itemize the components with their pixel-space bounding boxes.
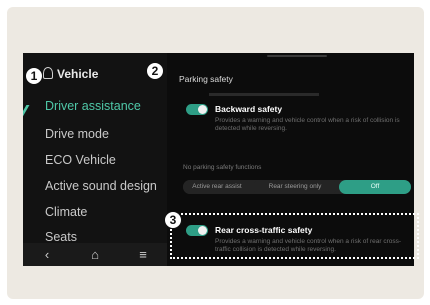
sidebar: Vehicle Driver assistance Drive mode ECO… bbox=[23, 53, 167, 266]
callout-3: 3 bbox=[164, 211, 182, 229]
scroll-handle bbox=[267, 55, 327, 57]
vehicle-icon bbox=[43, 67, 53, 79]
bottom-nav: ‹ ⌂ ≡ bbox=[23, 243, 167, 266]
no-parking-label: No parking safety functions bbox=[183, 164, 262, 171]
sidebar-item-climate[interactable]: Climate bbox=[45, 205, 87, 219]
segment-rear-steering-only[interactable]: Rear steering only bbox=[253, 180, 337, 194]
backward-safety-desc: Provides a warning and vehicle control w… bbox=[215, 117, 400, 132]
sidebar-item-drive-mode[interactable]: Drive mode bbox=[45, 127, 109, 141]
sidebar-item-active-sound-design[interactable]: Active sound design bbox=[45, 179, 157, 193]
segment-active-rear-assist[interactable]: Active rear assist bbox=[183, 180, 251, 194]
sidebar-item-driver-assistance[interactable]: Driver assistance bbox=[45, 99, 141, 113]
panel-title: Parking safety bbox=[179, 74, 233, 84]
backward-safety-title: Backward safety bbox=[215, 104, 283, 114]
manual-photo: Vehicle Driver assistance Drive mode ECO… bbox=[7, 7, 424, 299]
active-indicator bbox=[23, 105, 30, 117]
segment-off[interactable]: Off bbox=[339, 180, 411, 194]
menu-icon[interactable]: ≡ bbox=[128, 247, 158, 262]
faded-row bbox=[209, 93, 319, 96]
sidebar-item-seats[interactable]: Seats bbox=[45, 230, 77, 244]
back-icon[interactable]: ‹ bbox=[32, 247, 62, 262]
sidebar-header: Vehicle bbox=[57, 67, 99, 81]
backward-safety-toggle[interactable] bbox=[186, 104, 208, 115]
callout-2: 2 bbox=[146, 62, 164, 80]
home-icon[interactable]: ⌂ bbox=[80, 247, 110, 262]
callout-1: 1 bbox=[25, 67, 43, 85]
rcta-highlight-box bbox=[170, 213, 419, 259]
sidebar-item-eco-vehicle[interactable]: ECO Vehicle bbox=[45, 153, 116, 167]
